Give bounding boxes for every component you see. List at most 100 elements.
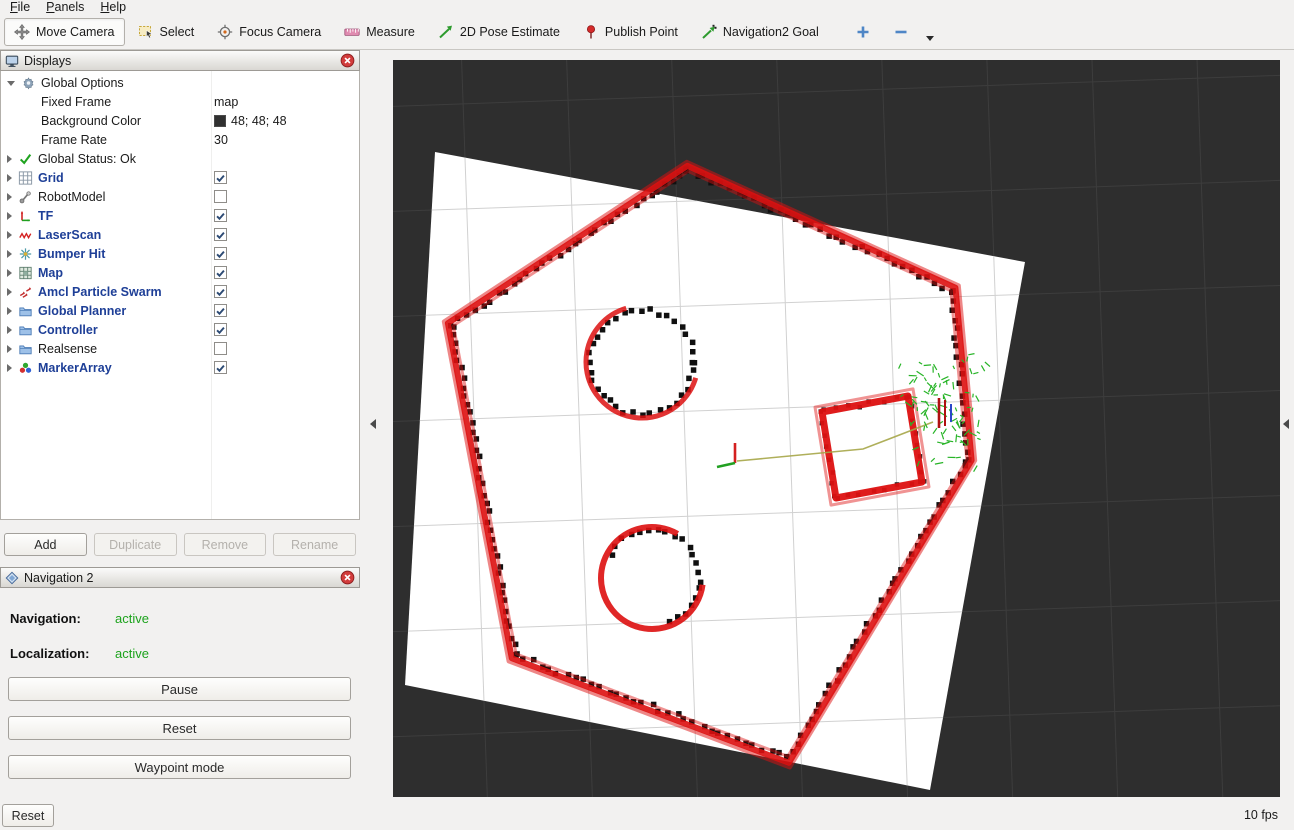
expander-icon[interactable] [7, 326, 12, 334]
folder-icon [18, 323, 33, 337]
tree-row-amcl-particle-swarm[interactable]: Amcl Particle Swarm [1, 282, 359, 301]
checkbox-global-planner[interactable] [214, 304, 227, 317]
tool-label: Publish Point [605, 25, 678, 39]
displays-close-button[interactable] [340, 53, 355, 68]
expander-icon[interactable] [7, 269, 12, 277]
remove-button: Remove [184, 533, 267, 556]
checkbox-realsense[interactable] [214, 342, 227, 355]
splitter-collapse-left-icon[interactable] [370, 419, 376, 429]
nav2-panel-titlebar[interactable]: Navigation 2 [0, 567, 360, 588]
expander-icon[interactable] [7, 364, 12, 372]
property-value[interactable]: 30 [214, 133, 228, 147]
tool-select[interactable]: Select [128, 18, 205, 46]
tree-row-tf[interactable]: TF [1, 206, 359, 225]
swarm-icon [18, 285, 33, 299]
nav-status-label: Localization: [10, 646, 89, 661]
tree-row-grid[interactable]: Grid [1, 168, 359, 187]
menu-item-file[interactable]: File [2, 0, 38, 14]
checkbox-grid[interactable] [214, 171, 227, 184]
expander-icon[interactable] [7, 174, 12, 182]
tool-add-tool-icon[interactable] [850, 18, 876, 46]
checkbox-controller[interactable] [214, 323, 227, 336]
tool-label: Navigation2 Goal [723, 25, 819, 39]
expander-icon[interactable] [7, 212, 12, 220]
expander-icon[interactable] [7, 231, 12, 239]
nav-status-value: active [115, 646, 149, 661]
tree-row-robotmodel[interactable]: RobotModel [1, 187, 359, 206]
menu-item-help[interactable]: Help [92, 0, 134, 14]
reset-button[interactable]: Reset [8, 716, 351, 740]
row-label: MarkerArray [38, 361, 112, 375]
tree-row-map[interactable]: Map [1, 263, 359, 282]
row-value [214, 244, 227, 263]
expander-icon[interactable] [7, 345, 12, 353]
row-label: RobotModel [38, 190, 105, 204]
remove-tool-icon [893, 24, 909, 40]
menu-item-panels[interactable]: Panels [38, 0, 92, 14]
tool-navigation2-goal[interactable]: Navigation2 Goal [691, 18, 829, 46]
expander-icon[interactable] [7, 193, 12, 201]
reset-button[interactable]: Reset [2, 804, 54, 827]
checkbox-markerarray[interactable] [214, 361, 227, 374]
displays-panel-titlebar[interactable]: Displays [0, 50, 360, 71]
tree-row-background-color[interactable]: Background Color48; 48; 48 [1, 111, 359, 130]
row-value [214, 301, 227, 320]
tool-2d-pose-estimate[interactable]: 2D Pose Estimate [428, 18, 570, 46]
tree-row-markerarray[interactable]: MarkerArray [1, 358, 359, 377]
row-value [214, 168, 227, 187]
tree-row-frame-rate[interactable]: Frame Rate30 [1, 130, 359, 149]
splitter-collapse-right-icon[interactable] [1283, 419, 1289, 429]
tree-row-global-planner[interactable]: Global Planner [1, 301, 359, 320]
displays-icon [5, 54, 19, 68]
row-value [214, 225, 227, 244]
tree-row-bumper-hit[interactable]: Bumper Hit [1, 244, 359, 263]
tree-row-global-status-ok[interactable]: Global Status: Ok [1, 149, 359, 168]
checkbox-amcl-particle-swarm[interactable] [214, 285, 227, 298]
nav-status-value: active [115, 611, 149, 626]
tool-focus-camera[interactable]: Focus Camera [207, 18, 331, 46]
tool-move-camera[interactable]: Move Camera [4, 18, 125, 46]
property-value[interactable]: 48; 48; 48 [231, 114, 287, 128]
expander-icon[interactable] [7, 307, 12, 315]
robot-icon [18, 190, 33, 204]
3d-viewport[interactable] [393, 60, 1280, 797]
row-label: Global Planner [38, 304, 126, 318]
checkbox-tf[interactable] [214, 209, 227, 222]
tool-measure[interactable]: Measure [334, 18, 425, 46]
expander-icon[interactable] [7, 81, 15, 86]
checkbox-robotmodel[interactable] [214, 190, 227, 203]
nav-status-localization: Localization: active [10, 646, 360, 662]
duplicate-button: Duplicate [94, 533, 177, 556]
row-label: Global Status: Ok [38, 152, 136, 166]
navigation2-panel: Navigation 2 Navigation:activeLocalizati… [0, 567, 360, 800]
waypoint-mode-button[interactable]: Waypoint mode [8, 755, 351, 779]
viewport-canvas[interactable] [393, 60, 1280, 797]
tool-publish-point[interactable]: Publish Point [573, 18, 688, 46]
tree-row-laserscan[interactable]: LaserScan [1, 225, 359, 244]
tree-row-controller[interactable]: Controller [1, 320, 359, 339]
tree-row-global-options[interactable]: Global Options [1, 73, 359, 92]
toolbar-overflow-icon[interactable] [926, 36, 934, 41]
markers-icon [18, 361, 33, 375]
move-camera-icon [14, 24, 30, 40]
checkbox-laserscan[interactable] [214, 228, 227, 241]
row-label: LaserScan [38, 228, 101, 242]
expander-icon[interactable] [7, 155, 12, 163]
nav-goal-icon [701, 24, 717, 40]
checkbox-bumper-hit[interactable] [214, 247, 227, 260]
nav2-close-button[interactable] [340, 570, 355, 585]
pause-button[interactable]: Pause [8, 677, 351, 701]
tool-remove-tool-icon[interactable] [888, 18, 914, 46]
row-value [214, 282, 227, 301]
row-value [214, 263, 227, 282]
property-value[interactable]: map [214, 95, 238, 109]
select-icon [138, 24, 154, 40]
expander-icon[interactable] [7, 250, 12, 258]
tool-label: 2D Pose Estimate [460, 25, 560, 39]
tree-row-realsense[interactable]: Realsense [1, 339, 359, 358]
add-button[interactable]: Add [4, 533, 87, 556]
tree-row-fixed-frame[interactable]: Fixed Framemap [1, 92, 359, 111]
checkbox-map[interactable] [214, 266, 227, 279]
bumper-icon [18, 247, 33, 261]
expander-icon[interactable] [7, 288, 12, 296]
